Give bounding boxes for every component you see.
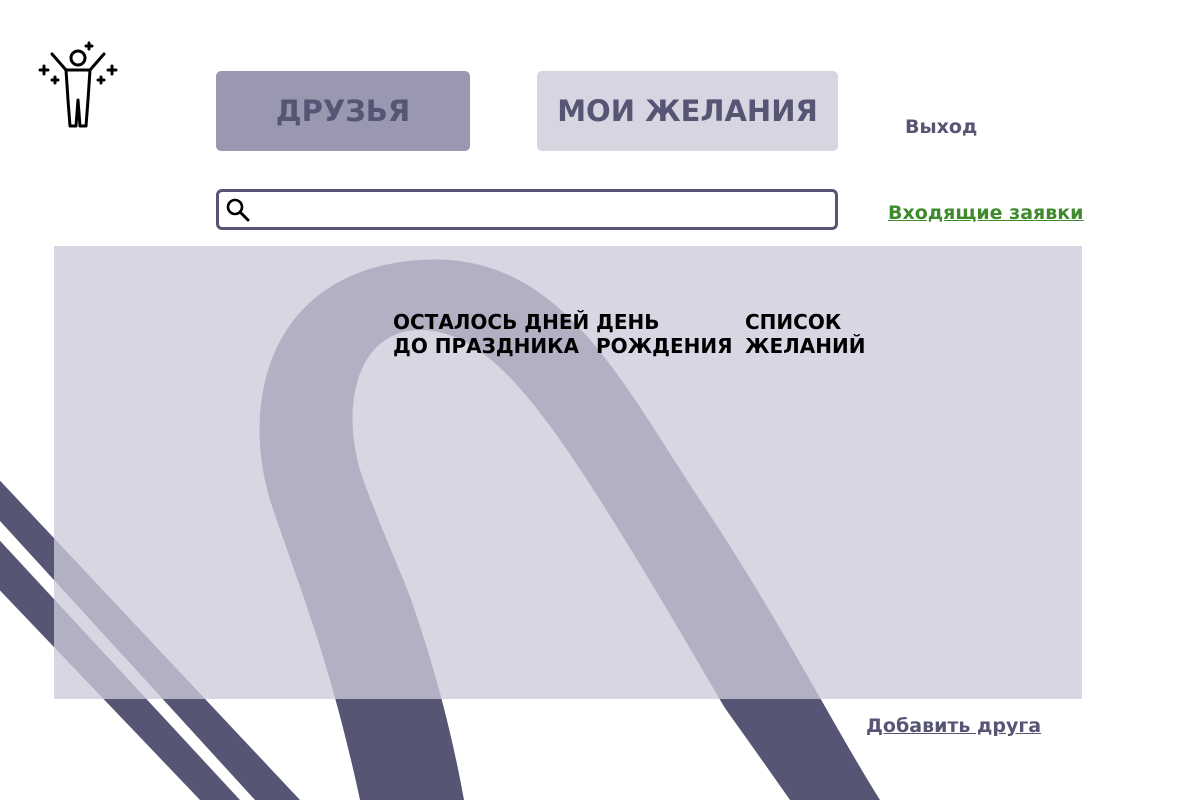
- tab-my-wishes[interactable]: МОИ ЖЕЛАНИЯ: [537, 71, 838, 151]
- column-header-line: ДЕНЬ: [596, 310, 660, 334]
- friends-list-panel: ОСТАЛОСЬ ДНЕЙ ДО ПРАЗДНИКА ДЕНЬ РОЖДЕНИЯ…: [54, 246, 1082, 699]
- search-bar[interactable]: [216, 189, 838, 230]
- incoming-requests-link[interactable]: Входящие заявки: [888, 202, 1083, 224]
- page: ДРУЗЬЯ МОИ ЖЕЛАНИЯ Выход Входящие заявки…: [0, 0, 1200, 800]
- tab-friends[interactable]: ДРУЗЬЯ: [216, 71, 470, 151]
- column-header-days-until-holiday: ОСТАЛОСЬ ДНЕЙ ДО ПРАЗДНИКА: [393, 310, 593, 358]
- logout-link[interactable]: Выход: [905, 116, 977, 138]
- column-header-birthday: ДЕНЬ РОЖДЕНИЯ: [596, 310, 736, 358]
- column-header-line: ЖЕЛАНИЙ: [745, 334, 866, 358]
- column-header-line: ДО ПРАЗДНИКА: [393, 334, 579, 358]
- column-header-line: СПИСОК: [745, 310, 842, 334]
- celebrating-person-icon: [38, 41, 118, 128]
- column-header-line: ОСТАЛОСЬ ДНЕЙ: [393, 310, 590, 334]
- add-friend-link[interactable]: Добавить друга: [866, 715, 1041, 737]
- column-header-wishlist: СПИСОК ЖЕЛАНИЙ: [745, 310, 885, 358]
- column-header-line: РОЖДЕНИЯ: [596, 334, 733, 358]
- search-icon[interactable]: [224, 196, 252, 224]
- search-input[interactable]: [252, 192, 835, 227]
